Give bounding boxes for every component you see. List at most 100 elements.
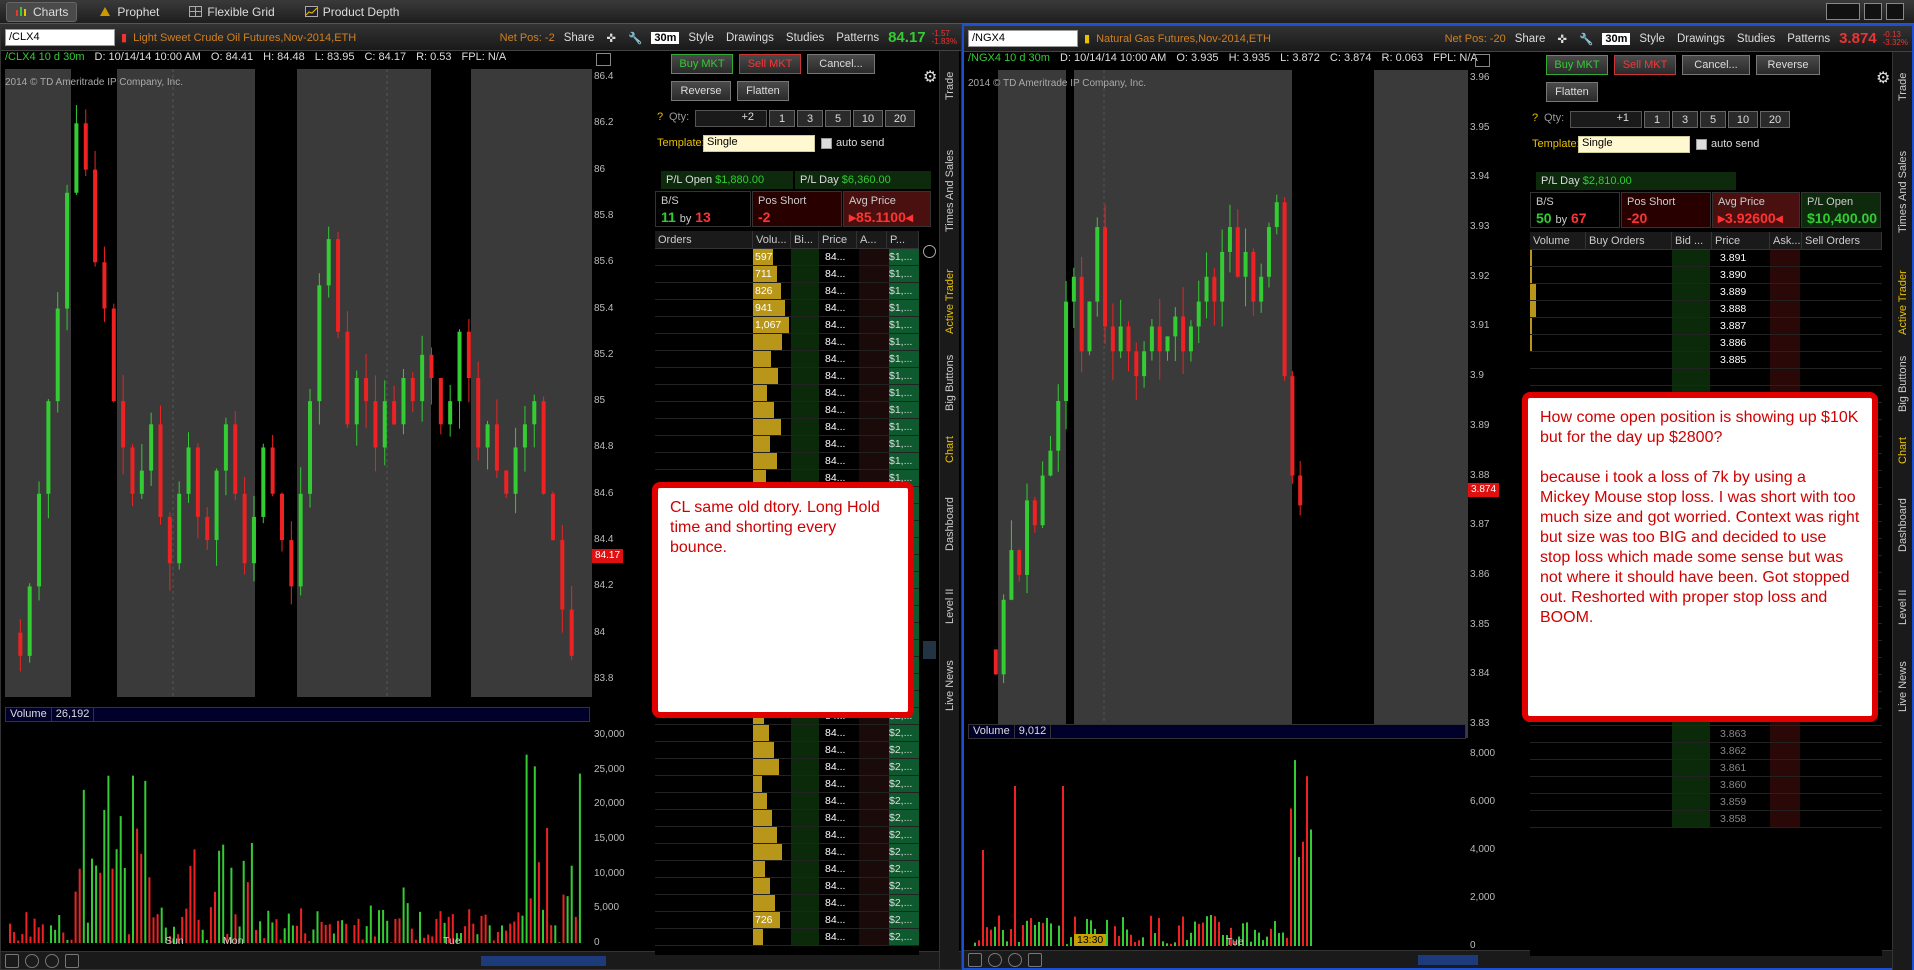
ladder-row[interactable]: 84... $1,... <box>655 368 919 385</box>
ladder-row[interactable]: 3.859 <box>1530 794 1882 811</box>
ladder-row[interactable]: 84... $1,... <box>655 453 919 470</box>
ladder-row[interactable]: 3.862 <box>1530 743 1882 760</box>
side-tab-level-ii[interactable]: Level II <box>940 571 960 641</box>
studies-button[interactable]: Studies <box>1734 33 1778 45</box>
bid-cell[interactable] <box>791 283 819 299</box>
bid-cell[interactable] <box>791 249 819 265</box>
bid-cell[interactable] <box>791 844 819 860</box>
ladder-row[interactable]: 84... $2,... <box>655 929 919 946</box>
bid-cell[interactable] <box>791 878 819 894</box>
ask-cell[interactable] <box>859 283 889 299</box>
bid-cell[interactable] <box>1672 267 1710 283</box>
ask-cell[interactable] <box>1770 794 1800 810</box>
side-tab-live-news[interactable]: Live News <box>940 651 960 721</box>
ladder-row[interactable]: 84... $2,... <box>655 742 919 759</box>
ladder-row[interactable]: 84... $2,... <box>655 861 919 878</box>
ask-cell[interactable] <box>859 368 889 384</box>
ladder-row[interactable]: 3.885 <box>1530 352 1882 369</box>
ask-cell[interactable] <box>1770 811 1800 827</box>
ladder-row[interactable]: 3.886 <box>1530 335 1882 352</box>
ladder-row[interactable]: 3.889 <box>1530 284 1882 301</box>
bid-cell[interactable] <box>791 385 819 401</box>
bid-cell[interactable] <box>1672 284 1710 300</box>
ask-cell[interactable] <box>1770 318 1800 334</box>
qty-1-button[interactable]: 1 <box>769 110 795 127</box>
qty-input[interactable]: +2 <box>695 110 767 127</box>
ask-cell[interactable] <box>859 861 889 877</box>
zoom-in-icon[interactable] <box>988 953 1002 967</box>
bid-cell[interactable] <box>791 793 819 809</box>
ladder-row[interactable]: 3.861 <box>1530 760 1882 777</box>
qty-3-button[interactable]: 3 <box>797 110 823 127</box>
ask-cell[interactable] <box>859 929 889 945</box>
qty-10-button[interactable]: 10 <box>853 110 883 127</box>
bid-cell[interactable] <box>791 861 819 877</box>
zoom-in-icon[interactable] <box>25 954 39 968</box>
gear-icon[interactable]: ⚙ <box>1876 68 1890 88</box>
cancel-button[interactable]: Cancel... <box>807 54 875 74</box>
ask-cell[interactable] <box>859 844 889 860</box>
ask-cell[interactable] <box>859 436 889 452</box>
side-tab-level-ii[interactable]: Level II <box>1893 572 1913 642</box>
side-tab-big-buttons[interactable]: Big Buttons <box>1893 352 1913 416</box>
ask-cell[interactable] <box>859 249 889 265</box>
sell-mkt-button[interactable]: Sell MKT <box>739 54 801 74</box>
side-tab-big-buttons[interactable]: Big Buttons <box>940 351 960 415</box>
ladder-row[interactable]: 84... $2,... <box>655 759 919 776</box>
chart-scrollbar[interactable] <box>1418 955 1478 965</box>
timeframe-button[interactable]: 30m <box>651 31 680 44</box>
buy-mkt-button[interactable]: Buy MKT <box>671 54 733 74</box>
ladder-row[interactable]: 84... $1,... <box>655 385 919 402</box>
flatten-button[interactable]: Flatten <box>1546 82 1598 102</box>
crosshair-icon[interactable]: ✜ <box>1554 32 1570 46</box>
ladder-row[interactable]: 84... $1,... <box>655 351 919 368</box>
ask-cell[interactable] <box>1770 726 1800 742</box>
symbol-input[interactable]: /NGX4 <box>968 30 1078 47</box>
bid-cell[interactable] <box>1672 335 1710 351</box>
ladder-row[interactable]: 711 84... $1,... <box>655 266 919 283</box>
gear-icon[interactable]: ⚙ <box>923 67 937 87</box>
ask-cell[interactable] <box>859 827 889 843</box>
qty-input[interactable]: +1 <box>1570 111 1642 128</box>
bid-cell[interactable] <box>1672 760 1710 776</box>
side-tab-dashboard[interactable]: Dashboard <box>1893 486 1913 564</box>
side-tab-dashboard[interactable]: Dashboard <box>940 485 960 563</box>
ask-cell[interactable] <box>859 895 889 911</box>
bid-cell[interactable] <box>791 334 819 350</box>
qty-10-button[interactable]: 10 <box>1728 111 1758 128</box>
help-icon[interactable]: ? <box>1532 112 1538 124</box>
side-tab-chart[interactable]: Chart <box>1893 424 1913 478</box>
price-chart-cl[interactable] <box>5 69 592 697</box>
ask-cell[interactable] <box>859 453 889 469</box>
ladder-row[interactable]: 3.890 <box>1530 267 1882 284</box>
patterns-button[interactable]: Patterns <box>1784 33 1833 45</box>
side-tab-live-news[interactable]: Live News <box>1893 652 1913 722</box>
ask-cell[interactable] <box>859 776 889 792</box>
share-button[interactable]: Share <box>1512 33 1549 45</box>
bid-cell[interactable] <box>791 776 819 792</box>
bid-cell[interactable] <box>1672 811 1710 827</box>
ask-cell[interactable] <box>859 912 889 928</box>
ladder-row[interactable]: 84... $2,... <box>655 793 919 810</box>
ask-cell[interactable] <box>859 266 889 282</box>
bid-cell[interactable] <box>791 300 819 316</box>
pan-icon[interactable] <box>968 953 982 967</box>
ladder-row[interactable]: 3.888 <box>1530 301 1882 318</box>
bid-cell[interactable] <box>791 810 819 826</box>
ladder-scrollbar[interactable] <box>923 641 936 659</box>
ladder-row[interactable]: 84... $1,... <box>655 436 919 453</box>
bid-cell[interactable] <box>1672 777 1710 793</box>
help-icon[interactable]: ? <box>657 111 663 123</box>
bid-cell[interactable] <box>791 912 819 928</box>
auto-send-checkbox[interactable] <box>821 138 832 149</box>
ladder-row[interactable]: 941 84... $1,... <box>655 300 919 317</box>
ladder-row[interactable]: 84... $2,... <box>655 810 919 827</box>
ask-cell[interactable] <box>1770 267 1800 283</box>
dollar-icon[interactable] <box>65 954 79 968</box>
pan-icon[interactable] <box>5 954 19 968</box>
ladder-row[interactable]: 726 84... $2,... <box>655 912 919 929</box>
layout-grid-button[interactable] <box>1864 3 1882 20</box>
style-button[interactable]: Style <box>1636 33 1668 45</box>
ask-cell[interactable] <box>1770 777 1800 793</box>
side-tab-trade[interactable]: Trade <box>1893 52 1913 122</box>
